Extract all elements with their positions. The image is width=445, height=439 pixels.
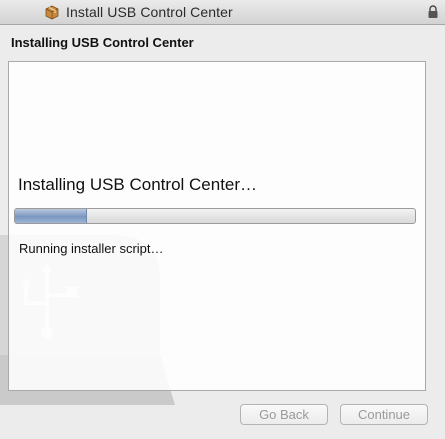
package-icon [45, 5, 59, 20]
step-heading: Installing USB Control Center [11, 35, 194, 50]
progress-fill [15, 209, 87, 223]
window-title-group: Install USB Control Center [44, 4, 233, 20]
content-panel: Installing USB Control Center… Running i… [8, 61, 426, 391]
install-status: Installing USB Control Center… [18, 175, 258, 194]
continue-button[interactable]: Continue [340, 404, 428, 425]
lock-icon[interactable] [427, 5, 439, 19]
progress-bar [14, 208, 416, 224]
go-back-button[interactable]: Go Back [240, 404, 328, 425]
status-detail: Running installer script… [19, 241, 164, 256]
window-title: Install USB Control Center [66, 4, 233, 20]
window-titlebar[interactable]: Install USB Control Center [0, 0, 445, 25]
